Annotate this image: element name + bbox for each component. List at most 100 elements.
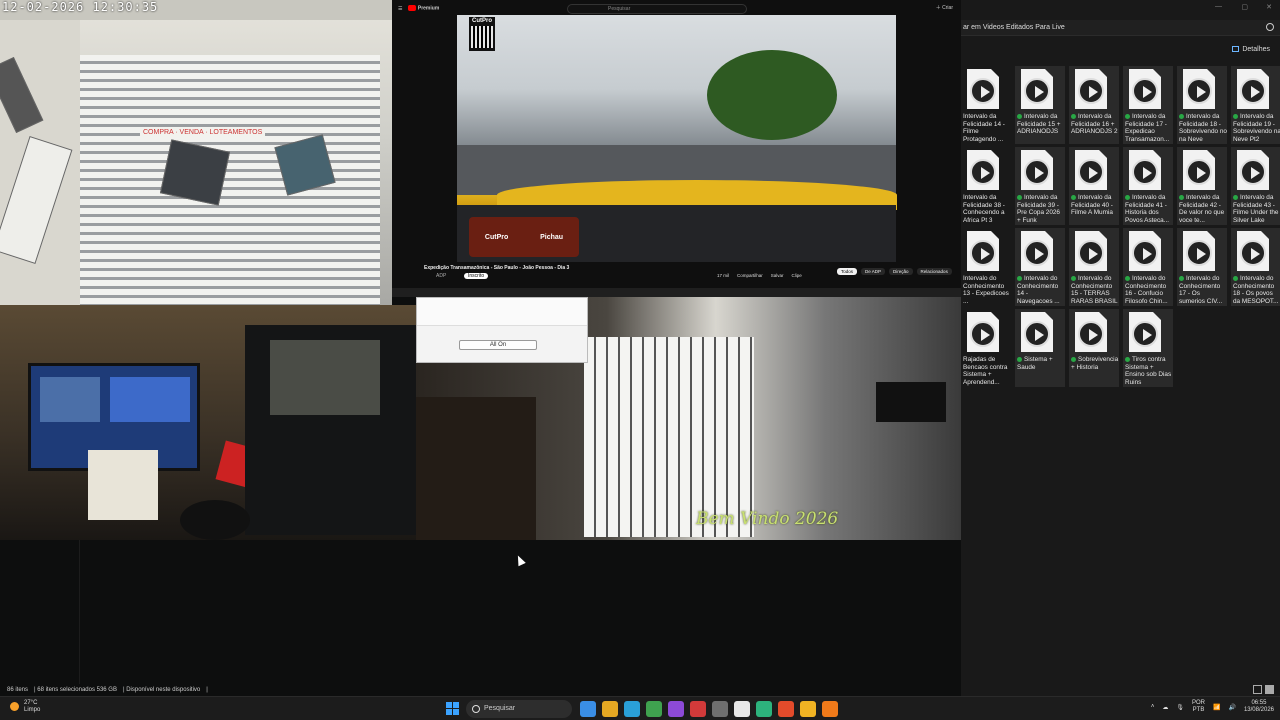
- video-player[interactable]: CutPro CutPro Pichau: [457, 15, 897, 262]
- video-file-icon: [1129, 312, 1161, 352]
- play-icon: [1186, 240, 1212, 266]
- file-item[interactable]: Intervalo da Felicidade 18 - Sobrevivend…: [1177, 66, 1227, 144]
- video-file-icon: [1183, 150, 1215, 190]
- taskbar-app-icon[interactable]: [668, 701, 684, 717]
- sync-status-icon: [1071, 113, 1076, 119]
- file-item[interactable]: Intervalo da Felicidade 38 - Conhecendo …: [961, 147, 1011, 225]
- minimize-icon[interactable]: —: [1215, 3, 1222, 10]
- taskbar-app-icon[interactable]: [624, 701, 640, 717]
- file-item[interactable]: Intervalo da Felicidade 43 - Filme Under…: [1231, 147, 1280, 225]
- file-name: Intervalo da Felicidade 19 - Sobrevivend…: [1233, 113, 1280, 143]
- address-bar[interactable]: ar em Videos Editados Para Live: [961, 20, 1280, 36]
- wifi-icon[interactable]: 📶: [1213, 704, 1220, 711]
- file-item[interactable]: Sobrevivencia + Historia: [1069, 309, 1119, 387]
- play-icon: [1024, 321, 1050, 347]
- file-explorer-window: — ▢ ✕ ar em Videos Editados Para Live De…: [961, 0, 1280, 720]
- file-item[interactable]: Intervalo do Conhecimento 15 - TERRAS RA…: [1069, 228, 1119, 306]
- youtube-search-input[interactable]: Pesquisar: [567, 4, 747, 14]
- file-item[interactable]: Intervalo da Felicidade 42 - De valor no…: [1177, 147, 1227, 225]
- temperature: 27°C: [24, 700, 38, 706]
- item-count: 86 itens: [7, 687, 29, 693]
- cloud-icon[interactable]: ☁: [1162, 704, 1168, 711]
- save-button[interactable]: Salvar: [771, 273, 784, 278]
- play-icon: [1132, 321, 1158, 347]
- file-item[interactable]: Intervalo da Felicidade 41 - Historia do…: [1123, 147, 1173, 225]
- popup-header: [417, 298, 587, 326]
- taskbar-app-icon[interactable]: [712, 701, 728, 717]
- embedded-taskbar-strip: [392, 288, 961, 297]
- file-item[interactable]: Intervalo do Conhecimento 16 - Confucio …: [1123, 228, 1173, 306]
- share-button[interactable]: Compartilhar: [737, 273, 763, 278]
- file-item[interactable]: Tiros contra Sistema + Ensino sob Dias R…: [1123, 309, 1173, 387]
- mic-icon[interactable]: 🎙: [1176, 704, 1184, 711]
- taskbar-app-icon[interactable]: [690, 701, 706, 717]
- file-item[interactable]: Intervalo da Felicidade 40 - Filme A Mum…: [1069, 147, 1119, 225]
- youtube-window[interactable]: ☰ Premium Pesquisar ＋ Criar CutPro CutPr…: [392, 0, 961, 297]
- headphones: [180, 500, 250, 540]
- taskbar-app-icon[interactable]: [778, 701, 794, 717]
- volume-icon[interactable]: 🔊: [1228, 704, 1235, 711]
- system-tray: ˄ ☁ 🎙 POR PTB 📶 🔊 06:55 13/08/2026: [1151, 700, 1274, 714]
- file-item[interactable]: Intervalo da Felicidade 17 - Expedicao T…: [1123, 66, 1173, 144]
- details-button[interactable]: Detalhes: [1232, 46, 1270, 53]
- taskbar-app-icon[interactable]: [646, 701, 662, 717]
- file-item[interactable]: Intervalo da Felicidade 16 + ADRIANODJS …: [1069, 66, 1119, 144]
- file-name: Intervalo da Felicidade 40 - Filme A Mum…: [1071, 194, 1113, 216]
- weather-condition: Limpo: [24, 707, 41, 713]
- search-icon[interactable]: [1266, 23, 1274, 31]
- taskbar-app-icon[interactable]: [580, 701, 596, 717]
- chip-from-channel[interactable]: De ADP: [861, 268, 886, 275]
- create-button[interactable]: ＋ Criar: [936, 4, 953, 11]
- subscribe-button[interactable]: Inscrito: [464, 273, 489, 279]
- file-item[interactable]: Intervalo do Conhecimento 17 - Os sumeri…: [1177, 228, 1227, 306]
- file-name: Intervalo do Conhecimento 18 - Os povos …: [1233, 275, 1279, 305]
- youtube-logo[interactable]: Premium: [408, 5, 439, 12]
- details-view-icon[interactable]: [1253, 685, 1262, 694]
- file-name: Tiros contra Sistema + Ensino sob Dias R…: [1125, 356, 1172, 386]
- chevron-up-icon[interactable]: ˄: [1151, 704, 1155, 710]
- clock[interactable]: 06:55 13/08/2026: [1244, 700, 1274, 714]
- file-name: Intervalo da Felicidade 16 + ADRIANODJS …: [1071, 113, 1118, 135]
- file-item[interactable]: Intervalo do Conhecimento 13 - Expedicoe…: [961, 228, 1011, 306]
- play-icon: [1078, 240, 1104, 266]
- sign-text: COMPRA · VENDA · LOTEAMENTOS: [140, 128, 266, 137]
- taskbar-app-icon[interactable]: [756, 701, 772, 717]
- file-item[interactable]: Sistema + Saude: [1015, 309, 1065, 387]
- close-icon[interactable]: ✕: [1266, 3, 1272, 11]
- file-name: Intervalo da Felicidade 38 - Conhecendo …: [963, 194, 1005, 224]
- taskbar-app-icon[interactable]: [602, 701, 618, 717]
- file-item[interactable]: Intervalo da Felicidade 19 - Sobrevivend…: [1231, 66, 1280, 144]
- taskbar-search[interactable]: Pesquisar: [466, 700, 572, 718]
- play-icon: [1024, 78, 1050, 104]
- all-on-button[interactable]: All On: [459, 340, 537, 350]
- file-name: Rajadas de Bencaos contra Sistema + Apre…: [963, 356, 1008, 386]
- file-item[interactable]: Intervalo da Felicidade 15 + ADRIANODJS: [1015, 66, 1065, 144]
- chip-related[interactable]: Relacionados: [916, 268, 952, 275]
- like-button[interactable]: 17 mil: [717, 273, 729, 278]
- video-file-icon: [1129, 231, 1161, 271]
- file-item[interactable]: Intervalo do Conhecimento 18 - Os povos …: [1231, 228, 1280, 306]
- taskbar-app-icon[interactable]: [734, 701, 750, 717]
- channel-name[interactable]: ADP: [436, 273, 446, 279]
- file-name: Intervalo da Felicidade 39 - Pre Copa 20…: [1017, 194, 1060, 224]
- file-item[interactable]: Intervalo da Felicidade 39 - Pre Copa 20…: [1015, 147, 1065, 225]
- maximize-icon[interactable]: ▢: [1241, 3, 1248, 11]
- start-button[interactable]: [446, 702, 459, 715]
- language-indicator[interactable]: POR PTB: [1192, 700, 1205, 714]
- video-actions: 17 mil Compartilhar Salvar Clipe: [717, 273, 802, 278]
- clip-button[interactable]: Clipe: [792, 273, 802, 278]
- file-item[interactable]: Rajadas de Bencaos contra Sistema + Apre…: [961, 309, 1011, 387]
- video-file-icon: [1021, 231, 1053, 271]
- chip-direction[interactable]: Direção: [889, 268, 913, 275]
- large-icons-view-icon[interactable]: [1265, 685, 1274, 694]
- file-item[interactable]: Intervalo do Conhecimento 14 - Navegacoe…: [1015, 228, 1065, 306]
- file-item[interactable]: Intervalo da Felicidade 14 - Filme Prota…: [961, 66, 1011, 144]
- weather-widget[interactable]: 27°C Limpo: [10, 700, 40, 714]
- taskbar-app-icon[interactable]: [822, 701, 838, 717]
- taskbar-app-icon[interactable]: [800, 701, 816, 717]
- wall-screen: [876, 382, 946, 422]
- chip-all[interactable]: Todos: [837, 268, 858, 275]
- file-name: Intervalo da Felicidade 41 - Historia do…: [1125, 194, 1170, 224]
- menu-icon[interactable]: ☰: [398, 6, 402, 12]
- play-icon: [970, 78, 996, 104]
